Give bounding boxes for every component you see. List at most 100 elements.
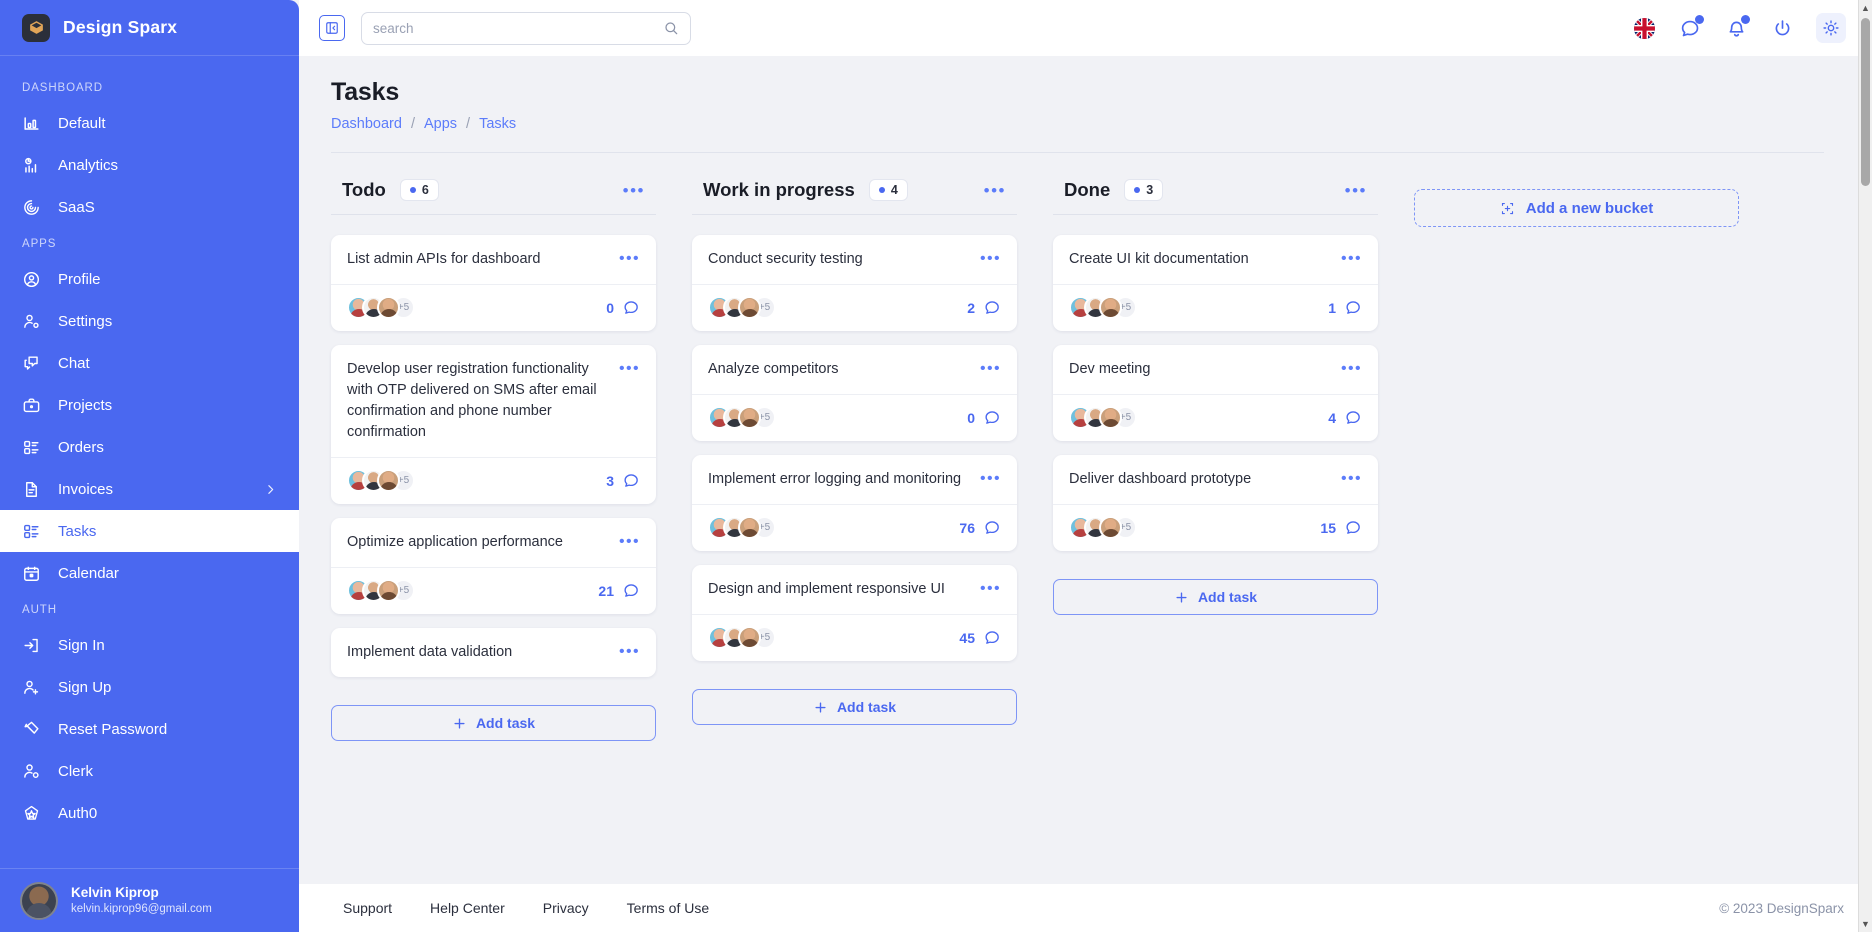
task-card[interactable]: Implement data validation ••• bbox=[331, 628, 656, 677]
footer-link-help-center[interactable]: Help Center bbox=[430, 900, 505, 916]
sidebar-item-projects[interactable]: Projects bbox=[0, 384, 299, 426]
scrollbar-thumb[interactable] bbox=[1861, 18, 1870, 186]
panel-collapse-icon[interactable] bbox=[319, 15, 345, 41]
task-card[interactable]: Dev meeting ••• +5 bbox=[1053, 345, 1378, 441]
add-task-button[interactable]: Add task bbox=[1053, 579, 1378, 615]
breadcrumb-item-tasks[interactable]: Tasks bbox=[479, 116, 516, 132]
ellipsis-icon[interactable]: ••• bbox=[1345, 182, 1367, 199]
sidebar-item-analytics[interactable]: Analytics bbox=[0, 144, 299, 186]
footer-link-support[interactable]: Support bbox=[343, 900, 392, 916]
search-box[interactable] bbox=[361, 12, 691, 45]
user-plus-icon bbox=[22, 678, 41, 697]
user-cog-icon bbox=[22, 762, 41, 781]
task-card[interactable]: List admin APIs for dashboard ••• +5 bbox=[331, 235, 656, 331]
copyright: © 2023 DesignSparx bbox=[1719, 901, 1844, 916]
task-card[interactable]: Analyze competitors ••• +5 bbox=[692, 345, 1017, 441]
comment-count-group[interactable]: 3 bbox=[606, 472, 640, 489]
ellipsis-icon[interactable]: ••• bbox=[980, 251, 1001, 267]
uk-flag-icon[interactable] bbox=[1632, 16, 1656, 40]
comment-icon bbox=[1345, 519, 1362, 536]
sidebar-item-invoices[interactable]: Invoices bbox=[0, 468, 299, 510]
ellipsis-icon[interactable]: ••• bbox=[1341, 251, 1362, 267]
footer-link-privacy[interactable]: Privacy bbox=[543, 900, 589, 916]
add-new-bucket-button[interactable]: Add a new bucket bbox=[1414, 189, 1739, 227]
ellipsis-icon[interactable]: ••• bbox=[619, 644, 640, 660]
ellipsis-icon[interactable]: ••• bbox=[980, 361, 1001, 377]
comment-count-group[interactable]: 0 bbox=[967, 409, 1001, 426]
bell-icon[interactable] bbox=[1724, 16, 1748, 40]
column-title: Work in progress bbox=[703, 179, 855, 201]
comment-icon bbox=[984, 519, 1001, 536]
comment-count-group[interactable]: 45 bbox=[959, 629, 1001, 646]
add-bucket-label: Add a new bucket bbox=[1526, 200, 1654, 217]
task-card[interactable]: Implement error logging and monitoring •… bbox=[692, 455, 1017, 551]
ellipsis-icon[interactable]: ••• bbox=[1341, 361, 1362, 377]
scroll-down-arrow-icon[interactable]: ▼ bbox=[1859, 916, 1872, 932]
assignee-avatars: +5 bbox=[708, 516, 776, 539]
board-column-todo: Todo 6 ••• List admin APIs for dashboard… bbox=[331, 179, 656, 741]
bullet-icon bbox=[879, 187, 885, 193]
ellipsis-icon[interactable]: ••• bbox=[984, 182, 1006, 199]
sidebar-item-reset-password[interactable]: Reset Password bbox=[0, 708, 299, 750]
sidebar-item-label: Profile bbox=[58, 271, 101, 288]
sidebar-item-settings[interactable]: Settings bbox=[0, 300, 299, 342]
sidebar-item-sign-up[interactable]: Sign Up bbox=[0, 666, 299, 708]
task-card[interactable]: Design and implement responsive UI ••• +… bbox=[692, 565, 1017, 661]
comment-count-group[interactable]: 4 bbox=[1328, 409, 1362, 426]
sidebar-item-sign-in[interactable]: Sign In bbox=[0, 624, 299, 666]
comment-count-group[interactable]: 21 bbox=[598, 582, 640, 599]
brand[interactable]: Design Sparx bbox=[0, 0, 299, 56]
search-input[interactable] bbox=[373, 21, 663, 36]
scrollbar[interactable]: ▲ ▼ bbox=[1858, 0, 1872, 932]
chat-bubble-icon[interactable] bbox=[1678, 16, 1702, 40]
task-title: List admin APIs for dashboard bbox=[347, 249, 609, 270]
comment-count-group[interactable]: 76 bbox=[959, 519, 1001, 536]
comment-count-group[interactable]: 15 bbox=[1320, 519, 1362, 536]
task-card[interactable]: Conduct security testing ••• +5 bbox=[692, 235, 1017, 331]
ellipsis-icon[interactable]: ••• bbox=[619, 361, 640, 377]
add-task-button[interactable]: Add task bbox=[692, 689, 1017, 725]
board-column-done: Done 3 ••• Create UI kit documentation •… bbox=[1053, 179, 1378, 615]
sidebar-item-saas[interactable]: SaaS bbox=[0, 186, 299, 228]
task-title: Develop user registration functionality … bbox=[347, 359, 609, 443]
sun-icon[interactable] bbox=[1816, 13, 1846, 43]
ellipsis-icon[interactable]: ••• bbox=[980, 471, 1001, 487]
comment-count-group[interactable]: 1 bbox=[1328, 299, 1362, 316]
sidebar-item-profile[interactable]: Profile bbox=[0, 258, 299, 300]
avatar bbox=[738, 626, 761, 649]
sidebar-item-calendar[interactable]: Calendar bbox=[0, 552, 299, 594]
comment-count: 0 bbox=[967, 410, 975, 426]
comment-count-group[interactable]: 2 bbox=[967, 299, 1001, 316]
ellipsis-icon[interactable]: ••• bbox=[619, 251, 640, 267]
breadcrumb-item-dashboard[interactable]: Dashboard bbox=[331, 116, 402, 132]
sidebar-item-default[interactable]: Default bbox=[0, 102, 299, 144]
task-card[interactable]: Deliver dashboard prototype ••• +5 bbox=[1053, 455, 1378, 551]
comment-icon bbox=[984, 299, 1001, 316]
column-header: Work in progress 4 ••• bbox=[692, 179, 1017, 215]
comment-count-group[interactable]: 0 bbox=[606, 299, 640, 316]
sidebar-item-orders[interactable]: Orders bbox=[0, 426, 299, 468]
task-card[interactable]: Develop user registration functionality … bbox=[331, 345, 656, 504]
sidebar-item-auth0[interactable]: Auth0 bbox=[0, 792, 299, 834]
power-icon[interactable] bbox=[1770, 16, 1794, 40]
ellipsis-icon[interactable]: ••• bbox=[1341, 471, 1362, 487]
sidebar-item-tasks[interactable]: Tasks bbox=[0, 510, 299, 552]
brand-name: Design Sparx bbox=[63, 17, 177, 38]
add-task-button[interactable]: Add task bbox=[331, 705, 656, 741]
ellipsis-icon[interactable]: ••• bbox=[623, 182, 645, 199]
ellipsis-icon[interactable]: ••• bbox=[980, 581, 1001, 597]
assignee-avatars: +5 bbox=[1069, 296, 1137, 319]
comment-icon bbox=[623, 299, 640, 316]
sidebar-user-box[interactable]: Kelvin Kiprop kelvin.kiprop96@gmail.com bbox=[0, 868, 299, 932]
task-card[interactable]: Optimize application performance ••• +5 bbox=[331, 518, 656, 614]
scroll-up-arrow-icon[interactable]: ▲ bbox=[1859, 0, 1872, 16]
sidebar-item-clerk[interactable]: Clerk bbox=[0, 750, 299, 792]
sidebar-item-chat[interactable]: Chat bbox=[0, 342, 299, 384]
task-title: Optimize application performance bbox=[347, 532, 609, 553]
comment-count: 1 bbox=[1328, 300, 1336, 316]
ellipsis-icon[interactable]: ••• bbox=[619, 534, 640, 550]
breadcrumb-item-apps[interactable]: Apps bbox=[424, 116, 457, 132]
footer-link-terms-of-use[interactable]: Terms of Use bbox=[627, 900, 709, 916]
status-badge bbox=[1741, 15, 1750, 24]
task-card[interactable]: Create UI kit documentation ••• +5 bbox=[1053, 235, 1378, 331]
